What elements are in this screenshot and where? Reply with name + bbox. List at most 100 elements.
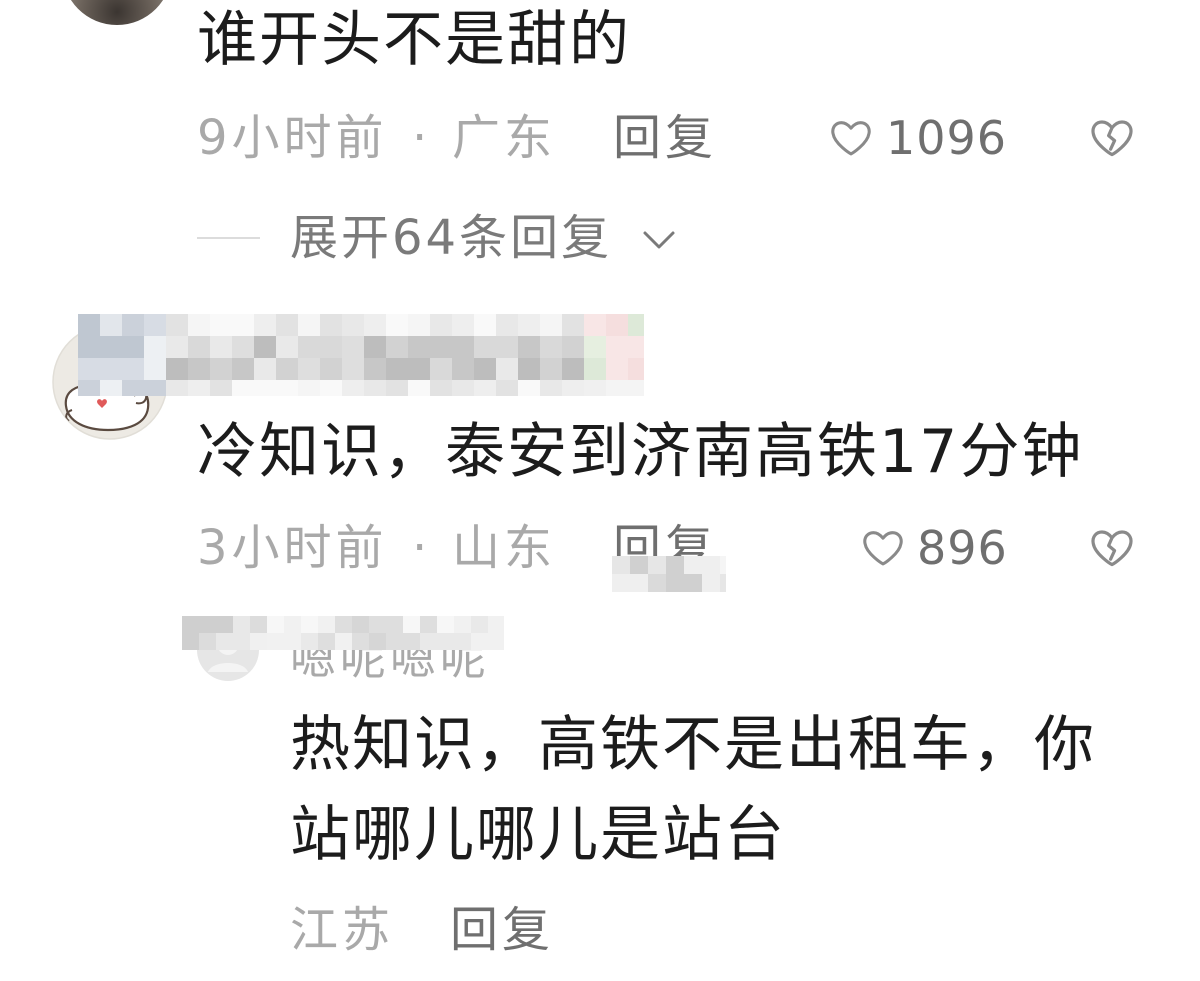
mosaic-tile	[369, 633, 387, 650]
mosaic-tile	[335, 633, 353, 650]
mosaic-tile	[630, 574, 649, 592]
mosaic-tile	[496, 358, 519, 381]
mosaic-tile	[369, 616, 387, 634]
mosaic-tile	[320, 380, 343, 396]
dislike-button[interactable]	[1088, 114, 1136, 162]
mosaic-tile	[420, 616, 438, 634]
comment-meta-row: 3小时前 · 山东 回复 896	[0, 518, 1200, 578]
mosaic-tile	[254, 314, 277, 337]
avatar[interactable]	[62, 0, 172, 25]
mosaic-tile	[452, 336, 475, 359]
reply-text: 热知识，高铁不是出租车，你 站哪儿哪儿是站台	[290, 700, 1096, 880]
broken-heart-icon	[1088, 114, 1136, 162]
chevron-down-icon	[641, 229, 677, 251]
mosaic-tile	[284, 633, 302, 650]
mosaic-tile	[630, 556, 649, 575]
mosaic-tile	[540, 380, 563, 396]
comment-meta-row: 9小时前 · 广东 回复 1096	[0, 108, 1200, 168]
redacted-username-mosaic[interactable]	[78, 314, 644, 396]
mosaic-tile	[437, 633, 455, 650]
mosaic-tile	[352, 633, 370, 650]
mosaic-tile	[403, 616, 421, 634]
mosaic-tile	[648, 556, 667, 575]
mosaic-tile	[403, 633, 421, 650]
mosaic-tile	[276, 314, 299, 337]
mosaic-tile	[430, 358, 453, 381]
mosaic-tile	[702, 556, 721, 575]
mosaic-tile	[612, 556, 631, 575]
mosaic-tile	[584, 358, 607, 381]
mosaic-tile	[474, 336, 497, 359]
mosaic-tile	[496, 336, 519, 359]
comment-text: 冷知识，泰安到济南高铁17分钟	[197, 417, 1084, 487]
mosaic-tile	[267, 616, 285, 634]
mosaic-tile	[386, 358, 409, 381]
mosaic-tile	[318, 616, 336, 634]
mosaic-tile	[100, 380, 123, 396]
reply-button[interactable]: 回复	[613, 108, 717, 168]
mosaic-tile	[100, 358, 123, 381]
mosaic-tile	[210, 380, 233, 396]
mosaic-tile	[420, 633, 438, 650]
mosaic-tile	[430, 380, 453, 396]
heart-icon	[860, 525, 906, 571]
reply-button[interactable]: 回复	[450, 900, 554, 960]
mosaic-tile	[364, 314, 387, 337]
mosaic-tile	[166, 380, 189, 396]
mosaic-tile	[386, 380, 409, 396]
mosaic-tile	[518, 380, 541, 396]
mosaic-tile	[254, 336, 277, 359]
like-count: 896	[917, 521, 1008, 575]
mosaic-tile	[320, 336, 343, 359]
mosaic-tile	[606, 336, 629, 359]
mosaic-tile	[386, 616, 404, 634]
mosaic-tile	[122, 358, 145, 381]
like-count: 1096	[886, 111, 1008, 165]
mosaic-tile	[188, 358, 211, 381]
mosaic-tile	[666, 556, 685, 575]
like-button[interactable]: 1096	[828, 108, 1018, 168]
mosaic-tile	[408, 336, 431, 359]
mosaic-tile	[144, 358, 167, 381]
expand-replies-row: 展开64条回复	[0, 208, 1200, 268]
mosaic-tile	[720, 556, 726, 575]
mosaic-tile	[144, 314, 167, 337]
mosaic-tile	[666, 574, 685, 592]
mosaic-tile	[386, 633, 404, 650]
mosaic-tile	[648, 574, 667, 592]
mosaic-tile	[210, 336, 233, 359]
mosaic-tile	[454, 616, 472, 634]
mosaic-tile	[233, 633, 251, 650]
mosaic-tile	[267, 633, 285, 650]
mosaic-overlay	[612, 556, 726, 592]
mosaic-tile	[454, 633, 472, 650]
mosaic-tile	[364, 358, 387, 381]
mosaic-tile	[342, 358, 365, 381]
mosaic-tile	[488, 633, 504, 650]
mosaic-tile	[78, 380, 101, 396]
mosaic-tile	[210, 358, 233, 381]
mosaic-tile	[702, 574, 721, 592]
comment-location: 广东	[452, 110, 557, 166]
mosaic-tile	[166, 358, 189, 381]
mosaic-tile	[232, 358, 255, 381]
dislike-button[interactable]	[1088, 524, 1136, 572]
mosaic-tile	[232, 314, 255, 337]
mosaic-tile	[250, 616, 268, 634]
mosaic-tile	[684, 574, 703, 592]
mosaic-tile	[122, 336, 145, 359]
mosaic-tile	[364, 336, 387, 359]
mosaic-tile	[584, 336, 607, 359]
mosaic-tile	[210, 314, 233, 337]
mosaic-tile	[386, 336, 409, 359]
mosaic-tile	[320, 358, 343, 381]
mosaic-tile	[144, 336, 167, 359]
expand-replies-button[interactable]: 展开64条回复	[290, 208, 690, 268]
mosaic-tile	[335, 616, 353, 634]
mosaic-tile	[471, 633, 489, 650]
mosaic-tile	[276, 358, 299, 381]
like-button[interactable]: 896	[860, 518, 1050, 578]
mosaic-tile	[122, 314, 145, 337]
mosaic-tile	[386, 314, 409, 337]
meta-separator: ·	[412, 110, 428, 166]
